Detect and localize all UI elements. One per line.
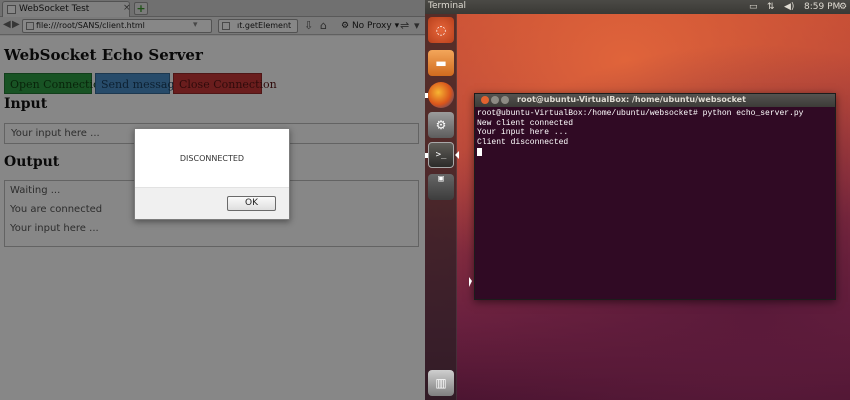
top-panel: Terminal ▭ ⇅ ◀) 8:59 PM ⚙ [425, 0, 850, 14]
mouse-pointer-icon [469, 277, 472, 287]
firefox-window: WebSocket Test × + ◀ ▶ file:///root/SANS… [0, 0, 425, 400]
trash-icon[interactable]: ▥ [428, 370, 454, 396]
running-indicator-icon [425, 93, 428, 98]
terminal-prompt [477, 147, 833, 158]
keyboard-icon[interactable]: ▭ [749, 1, 758, 13]
panel-app-title: Terminal [428, 1, 467, 11]
ubuntu-desktop: Terminal ▭ ⇅ ◀) 8:59 PM ⚙ ◌ ▬ ⚙ >_ ▣ ▥ r… [425, 0, 850, 400]
clock[interactable]: 8:59 PM [804, 1, 840, 13]
alert-dialog: DISCONNECTED OK [134, 128, 290, 220]
text-cursor [477, 147, 482, 156]
focus-indicator-icon [455, 151, 459, 159]
volume-icon[interactable]: ◀) [784, 1, 794, 13]
terminal-output[interactable]: root@ubuntu-VirtualBox:/home/ubuntu/webs… [477, 109, 833, 157]
terminal-line: Client disconnected [477, 138, 569, 148]
network-icon[interactable]: ⇅ [767, 1, 775, 13]
terminal-line: root@ubuntu-VirtualBox:/home/ubuntu/webs… [477, 109, 804, 118]
alert-message: DISCONNECTED [179, 154, 245, 163]
window-maximize-icon[interactable] [501, 96, 509, 104]
power-gear-icon[interactable]: ⚙ [839, 1, 847, 13]
ok-button[interactable]: OK [227, 196, 276, 211]
terminal-titlebar[interactable]: root@ubuntu-VirtualBox: /home/ubuntu/web… [475, 94, 835, 107]
unity-launcher: ◌ ▬ ⚙ >_ ▣ ▥ [425, 14, 459, 400]
terminal-line: New client connected [477, 118, 574, 128]
window-close-icon[interactable] [481, 96, 489, 104]
dialog-footer: OK [135, 187, 289, 219]
terminal-title: root@ubuntu-VirtualBox: /home/ubuntu/web… [517, 95, 746, 104]
workspace-switcher-icon[interactable]: ▣ [428, 174, 454, 200]
files-folder-icon[interactable]: ▬ [428, 50, 454, 76]
window-minimize-icon[interactable] [491, 96, 499, 104]
terminal-icon[interactable]: >_ [428, 142, 454, 168]
dash-home-icon[interactable]: ◌ [428, 17, 454, 43]
system-settings-icon[interactable]: ⚙ [428, 112, 454, 138]
firefox-icon[interactable] [428, 82, 454, 108]
running-indicator-icon [425, 153, 428, 158]
terminal-line: Your input here ... [477, 128, 569, 138]
terminal-window[interactable]: root@ubuntu-VirtualBox: /home/ubuntu/web… [474, 93, 836, 300]
